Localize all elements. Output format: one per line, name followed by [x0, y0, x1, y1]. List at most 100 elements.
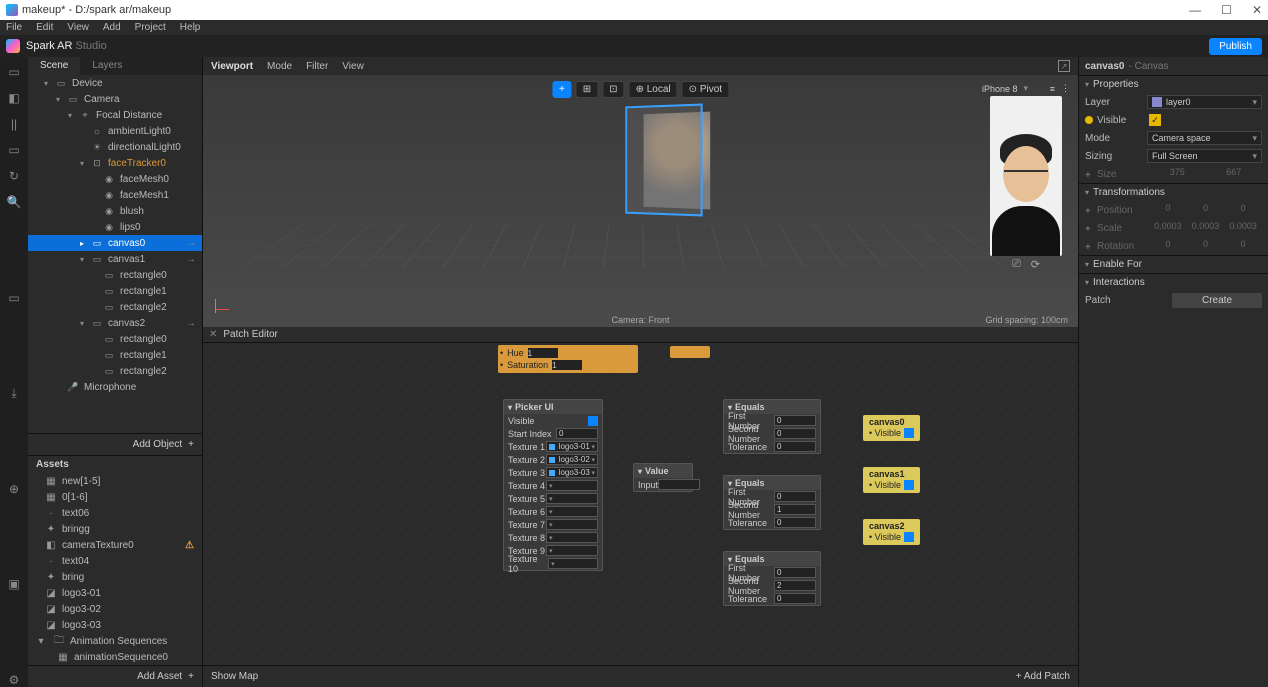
section-enable-for[interactable]: Enable For — [1079, 255, 1268, 273]
window-close[interactable]: ✕ — [1252, 3, 1262, 17]
scene-item-faceTracker0[interactable]: ▾⊡faceTracker0 — [28, 155, 202, 171]
spark-logo — [6, 39, 20, 53]
node-picker-ui[interactable]: Picker UIVisibleStart IndexTexture 1logo… — [503, 399, 603, 571]
sidebar-icon-3[interactable]: ▭ — [7, 143, 21, 157]
asset-logo3-02[interactable]: ◪logo3-02 — [28, 601, 202, 617]
sidebar-icon-10[interactable]: ⚙ — [7, 673, 21, 687]
vp-tool-1[interactable]: ⊞ — [576, 81, 598, 98]
asset-bring[interactable]: ✦bring — [28, 569, 202, 585]
scene-item-canvas0[interactable]: ▸▭canvas0→ — [28, 235, 202, 251]
vp-filter[interactable]: Filter — [306, 61, 328, 72]
vp-tool-add[interactable]: + — [552, 81, 572, 98]
menu-help[interactable]: Help — [180, 22, 201, 33]
scene-item-rectangle2[interactable]: ▭rectangle2 — [28, 363, 202, 379]
scene-item-faceMesh1[interactable]: ◉faceMesh1 — [28, 187, 202, 203]
node-value[interactable]: Value Input — [633, 463, 693, 492]
menu-add[interactable]: Add — [103, 22, 121, 33]
patch-close-icon[interactable]: ✕ — [209, 329, 217, 340]
scene-item-directionalLight0[interactable]: ☀directionalLight0 — [28, 139, 202, 155]
asset-text04[interactable]: ·text04 — [28, 553, 202, 569]
scene-item-faceMesh0[interactable]: ◉faceMesh0 — [28, 171, 202, 187]
vp-tool-2[interactable]: ⊡ — [602, 81, 624, 98]
asset-Animation Sequences[interactable]: ▾🗀Animation Sequences — [28, 633, 202, 649]
create-patch-button[interactable]: Create — [1172, 293, 1262, 308]
scene-item-canvas2[interactable]: ▾▭canvas2→ — [28, 315, 202, 331]
scene-item-rectangle0[interactable]: ▭rectangle0 — [28, 267, 202, 283]
asset-logo3-01[interactable]: ◪logo3-01 — [28, 585, 202, 601]
preview-cam-icon[interactable]: ⎚ — [1012, 258, 1021, 271]
sidebar-icon-1[interactable]: ◧ — [7, 91, 21, 105]
scene-item-rectangle2[interactable]: ▭rectangle2 — [28, 299, 202, 315]
inspector-type: - Canvas — [1128, 61, 1168, 72]
sidebar-icon-7[interactable]: ⤓ — [7, 386, 21, 400]
section-transformations[interactable]: Transformations — [1079, 183, 1268, 201]
sidebar-icon-8[interactable]: ⊕ — [7, 482, 21, 496]
asset-bringg[interactable]: ✦bringg — [28, 521, 202, 537]
mode-select[interactable]: Camera space — [1147, 131, 1262, 145]
tab-layers[interactable]: Layers — [80, 57, 134, 75]
preview-device[interactable]: iPhone 8 — [982, 84, 1018, 94]
asset-text06[interactable]: ·text06 — [28, 505, 202, 521]
publish-button[interactable]: Publish — [1209, 38, 1262, 55]
canvas-outline[interactable] — [625, 104, 702, 217]
node-canvas2[interactable]: canvas2• Visible — [863, 519, 920, 545]
section-properties[interactable]: Properties — [1079, 75, 1268, 93]
menu-edit[interactable]: Edit — [36, 22, 53, 33]
node-canvas0[interactable]: canvas0• Visible — [863, 415, 920, 441]
node-equals-2[interactable]: EqualsFirst NumberSecond NumberTolerance — [723, 551, 821, 606]
asset-logo3-03[interactable]: ◪logo3-03 — [28, 617, 202, 633]
viewport-canvas[interactable]: + ⊞ ⊡ ⊕ Local ⊙ Pivot iPhone 8 ▾ ≡ ⋮ — [203, 75, 1078, 327]
asset-cameraTexture0[interactable]: ◧cameraTexture0⚠ — [28, 537, 202, 553]
asset-animationSequence0[interactable]: ▦animationSequence0 — [28, 649, 202, 665]
preview-sync-icon[interactable]: ⟳ — [1031, 258, 1040, 271]
show-map-button[interactable]: Show Map — [211, 671, 258, 682]
add-patch-button[interactable]: + Add Patch — [1016, 671, 1070, 682]
sidebar-icon-5[interactable]: 🔍 — [7, 195, 21, 209]
scene-tree: ▾▭Device▾▭Camera▾⌖Focal Distance☼ambient… — [28, 75, 202, 433]
menu-view[interactable]: View — [67, 22, 89, 33]
scene-item-rectangle1[interactable]: ▭rectangle1 — [28, 347, 202, 363]
node-hue-sat[interactable]: • Hue • Saturation — [498, 345, 638, 373]
asset-new[1-5][interactable]: ▦new[1-5] — [28, 473, 202, 489]
scene-item-ambientLight0[interactable]: ☼ambientLight0 — [28, 123, 202, 139]
scene-item-Focal Distance[interactable]: ▾⌖Focal Distance — [28, 107, 202, 123]
asset-0[1-6][interactable]: ▦0[1-6] — [28, 489, 202, 505]
preview-more-icon[interactable]: ⋮ — [1061, 83, 1070, 94]
scene-item-Microphone[interactable]: 🎤Microphone — [28, 379, 202, 395]
vp-mode[interactable]: Mode — [267, 61, 292, 72]
scene-item-rectangle1[interactable]: ▭rectangle1 — [28, 283, 202, 299]
vp-local[interactable]: ⊕ Local — [629, 81, 678, 98]
node-canvas1[interactable]: canvas1• Visible — [863, 467, 920, 493]
sidebar-icon-6[interactable]: ▭ — [7, 291, 21, 305]
vp-pivot[interactable]: ⊙ Pivot — [682, 81, 729, 98]
sidebar-icon-9[interactable]: ▣ — [7, 577, 21, 591]
node-orange-small[interactable] — [670, 346, 710, 358]
vp-view[interactable]: View — [342, 61, 364, 72]
preview-menu-icon[interactable]: ≡ — [1050, 84, 1055, 94]
menu-file[interactable]: File — [6, 22, 22, 33]
layer-select[interactable]: layer0 — [1147, 95, 1262, 109]
scene-item-lips0[interactable]: ◉lips0 — [28, 219, 202, 235]
sizing-select[interactable]: Full Screen — [1147, 149, 1262, 163]
visible-checkbox[interactable]: ✓ — [1149, 114, 1161, 126]
node-equals-0[interactable]: EqualsFirst NumberSecond NumberTolerance — [723, 399, 821, 454]
tab-scene[interactable]: Scene — [28, 57, 80, 75]
sidebar-icon-4[interactable]: ↻ — [7, 169, 21, 183]
sidebar-icon-0[interactable]: ▭ — [7, 65, 21, 79]
window-minimize[interactable]: — — [1189, 3, 1201, 17]
scene-item-Device[interactable]: ▾▭Device — [28, 75, 202, 91]
menu-project[interactable]: Project — [135, 22, 166, 33]
scene-item-Camera[interactable]: ▾▭Camera — [28, 91, 202, 107]
add-asset-button[interactable]: Add Asset+ — [28, 665, 202, 687]
window-maximize[interactable]: ☐ — [1221, 3, 1232, 17]
add-object-button[interactable]: Add Object+ — [28, 433, 202, 455]
patch-canvas[interactable]: • Hue • Saturation Picker UIVisibleStart… — [203, 343, 1078, 665]
section-interactions[interactable]: Interactions — [1079, 273, 1268, 291]
patch-editor: ✕ Patch Editor • Hue • Saturation Picker… — [203, 327, 1078, 687]
scene-item-canvas1[interactable]: ▾▭canvas1→ — [28, 251, 202, 267]
scene-item-rectangle0[interactable]: ▭rectangle0 — [28, 331, 202, 347]
scene-item-blush[interactable]: ◉blush — [28, 203, 202, 219]
node-equals-1[interactable]: EqualsFirst NumberSecond NumberTolerance — [723, 475, 821, 530]
popout-icon[interactable]: ↗ — [1058, 60, 1070, 72]
sidebar-icon-2[interactable]: || — [7, 117, 21, 131]
